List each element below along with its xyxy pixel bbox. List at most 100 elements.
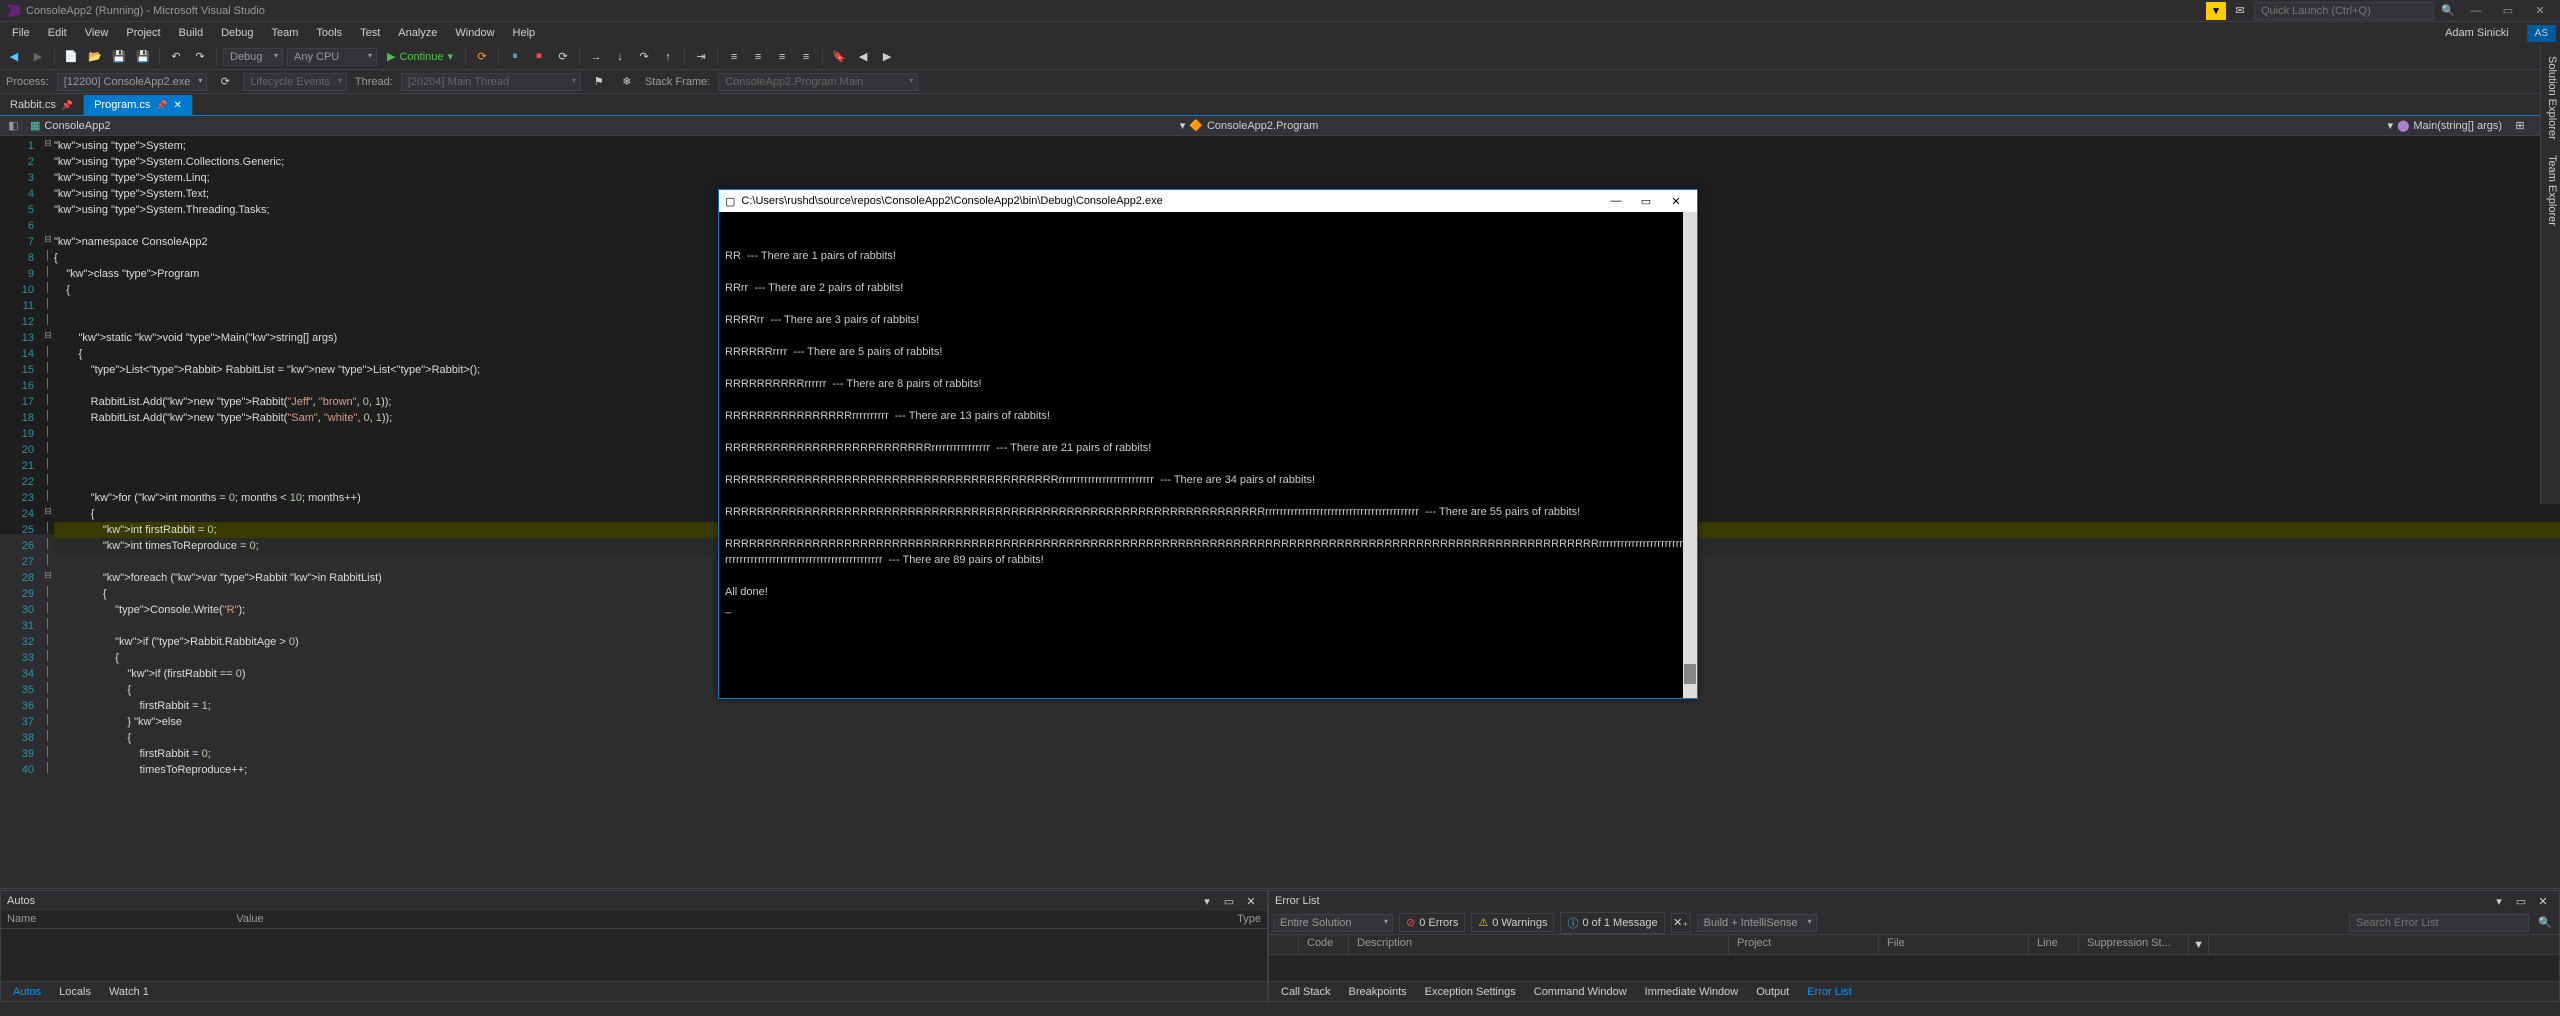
- save-icon[interactable]: 💾: [109, 47, 129, 67]
- indent-decrease-icon[interactable]: ≡: [748, 47, 768, 67]
- warnings-badge[interactable]: ⚠0 Warnings: [1471, 913, 1554, 932]
- config-dropdown[interactable]: Debug: [223, 48, 283, 66]
- split-icon[interactable]: ⊞: [2510, 116, 2530, 136]
- scope-dropdown[interactable]: Entire Solution: [1273, 914, 1393, 932]
- fold-column[interactable]: ⊟⊟│││││⊟││││││││││⊟│││⊟││││││││││││: [42, 136, 54, 534]
- maximize-button[interactable]: ▭: [2494, 1, 2522, 21]
- indent-increase-icon[interactable]: ≡: [724, 47, 744, 67]
- tab-program[interactable]: Program.cs 📌 ✕: [84, 95, 193, 115]
- col-project[interactable]: Project: [1729, 935, 1879, 954]
- stop-icon[interactable]: ⏹: [529, 47, 549, 67]
- breadcrumb-project[interactable]: ▦ ConsoleApp2: [26, 119, 114, 132]
- autos-body[interactable]: [1, 929, 1267, 981]
- errorlist-search-input[interactable]: [2349, 914, 2529, 932]
- menu-debug[interactable]: Debug: [213, 24, 261, 42]
- user-name[interactable]: Adam Sinicki: [2437, 24, 2517, 42]
- tab-output[interactable]: Output: [1748, 984, 1797, 1000]
- undo-icon[interactable]: ↶: [166, 47, 186, 67]
- new-project-icon[interactable]: 📄: [61, 47, 81, 67]
- menu-view[interactable]: View: [77, 24, 117, 42]
- feedback-icon[interactable]: ✉: [2230, 1, 2250, 21]
- bookmark-next-icon[interactable]: ▶: [877, 47, 897, 67]
- step-over-icon[interactable]: ↷: [634, 47, 654, 67]
- lifecycle-dropdown[interactable]: Lifecycle Events: [243, 73, 346, 91]
- pane-maximize-icon[interactable]: ▭: [1219, 891, 1239, 911]
- menu-team[interactable]: Team: [264, 24, 307, 42]
- console-scrollbar[interactable]: [1683, 212, 1697, 698]
- tab-breakpoints[interactable]: Breakpoints: [1341, 984, 1415, 1000]
- comment-icon[interactable]: ≡: [772, 47, 792, 67]
- col-icon[interactable]: [1269, 935, 1299, 954]
- next-statement-icon[interactable]: →: [586, 47, 606, 67]
- nav-forward-icon[interactable]: ▶: [28, 47, 48, 67]
- console-titlebar[interactable]: ▢ C:\Users\rushd\source\repos\ConsoleApp…: [719, 190, 1697, 212]
- menu-build[interactable]: Build: [171, 24, 211, 42]
- breadcrumb-class[interactable]: ▾ 🔶 ConsoleApp2.Program: [1176, 119, 1323, 132]
- menu-analyze[interactable]: Analyze: [390, 24, 445, 42]
- filter-icon[interactable]: ▼: [2189, 935, 2209, 955]
- pin-icon[interactable]: 📌: [62, 100, 73, 111]
- nav-back-icon[interactable]: ◀: [4, 47, 24, 67]
- col-type[interactable]: Type: [1237, 913, 1261, 926]
- restart-icon[interactable]: ⟳: [553, 47, 573, 67]
- thread-freeze-icon[interactable]: ❄: [617, 72, 637, 92]
- tab-exception-settings[interactable]: Exception Settings: [1417, 984, 1524, 1000]
- uncomment-icon[interactable]: ≡: [796, 47, 816, 67]
- tab-command-window[interactable]: Command Window: [1526, 984, 1635, 1000]
- console-output[interactable]: RR --- There are 1 pairs of rabbits! RRr…: [719, 212, 1697, 698]
- pane-close-icon[interactable]: ✕: [2533, 891, 2553, 911]
- close-button[interactable]: ✕: [2526, 1, 2554, 21]
- col-file[interactable]: File: [1879, 935, 2029, 954]
- process-dropdown[interactable]: [12200] ConsoleApp2.exe: [57, 73, 208, 91]
- col-name[interactable]: Name: [7, 913, 36, 926]
- redo-icon[interactable]: ↷: [190, 47, 210, 67]
- menu-tools[interactable]: Tools: [308, 24, 350, 42]
- breadcrumb-member[interactable]: ▾ ⬤ Main(string[] args): [2384, 119, 2506, 132]
- menu-project[interactable]: Project: [118, 24, 168, 42]
- clear-icon[interactable]: ✕₊: [1671, 913, 1691, 933]
- bookmark-icon[interactable]: 🔖: [829, 47, 849, 67]
- menu-file[interactable]: File: [4, 24, 38, 42]
- platform-dropdown[interactable]: Any CPU: [287, 48, 377, 66]
- tab-callstack[interactable]: Call Stack: [1273, 984, 1339, 1000]
- pane-maximize-icon[interactable]: ▭: [2511, 891, 2531, 911]
- notification-flag-icon[interactable]: ▾: [2206, 2, 2226, 20]
- thread-dropdown[interactable]: [20204] Main Thread: [401, 73, 581, 91]
- minimize-button[interactable]: —: [2462, 1, 2490, 21]
- errors-badge[interactable]: ⊘0 Errors: [1399, 913, 1465, 932]
- menu-test[interactable]: Test: [352, 24, 388, 42]
- tab-locals[interactable]: Locals: [51, 984, 99, 1000]
- pane-dropdown-icon[interactable]: ▾: [2489, 891, 2509, 911]
- pin-icon[interactable]: 📌: [156, 100, 167, 111]
- col-description[interactable]: Description: [1349, 935, 1729, 954]
- filter-dropdown[interactable]: Build + IntelliSense: [1697, 914, 1817, 932]
- tab-solution-explorer[interactable]: Solution Explorer: [2546, 50, 2558, 146]
- thread-flag-icon[interactable]: ⚑: [589, 72, 609, 92]
- tab-errorlist[interactable]: Error List: [1799, 984, 1860, 1000]
- console-maximize-button[interactable]: ▭: [1631, 195, 1661, 208]
- tab-watch1[interactable]: Watch 1: [101, 984, 157, 1000]
- tab-immediate-window[interactable]: Immediate Window: [1637, 984, 1747, 1000]
- console-window[interactable]: ▢ C:\Users\rushd\source\repos\ConsoleApp…: [718, 189, 1698, 699]
- col-value[interactable]: Value: [236, 913, 263, 926]
- save-all-icon[interactable]: 💾: [133, 47, 153, 67]
- nav-pane-icon[interactable]: ◧: [6, 119, 22, 132]
- menu-window[interactable]: Window: [447, 24, 502, 42]
- menu-help[interactable]: Help: [505, 24, 544, 42]
- search-icon[interactable]: 🔍: [2535, 913, 2555, 933]
- step-out-icon[interactable]: ↑: [658, 47, 678, 67]
- menu-edit[interactable]: Edit: [40, 24, 75, 42]
- browser-link-icon[interactable]: ⟳: [472, 47, 492, 67]
- stack-dropdown[interactable]: ConsoleApp2.Program.Main: [718, 73, 918, 91]
- open-icon[interactable]: 📂: [85, 47, 105, 67]
- cycle-icon[interactable]: ⟳: [215, 72, 235, 92]
- step-into-icon[interactable]: ↓: [610, 47, 630, 67]
- bookmark-prev-icon[interactable]: ◀: [853, 47, 873, 67]
- pane-close-icon[interactable]: ✕: [1241, 891, 1261, 911]
- close-icon[interactable]: ✕: [174, 100, 182, 111]
- continue-button[interactable]: ▶ Continue ▾: [381, 48, 459, 65]
- console-minimize-button[interactable]: —: [1601, 195, 1631, 207]
- messages-badge[interactable]: ⓘ0 of 1 Message: [1560, 912, 1664, 934]
- quick-launch-input[interactable]: [2254, 2, 2434, 20]
- col-code[interactable]: Code: [1299, 935, 1349, 954]
